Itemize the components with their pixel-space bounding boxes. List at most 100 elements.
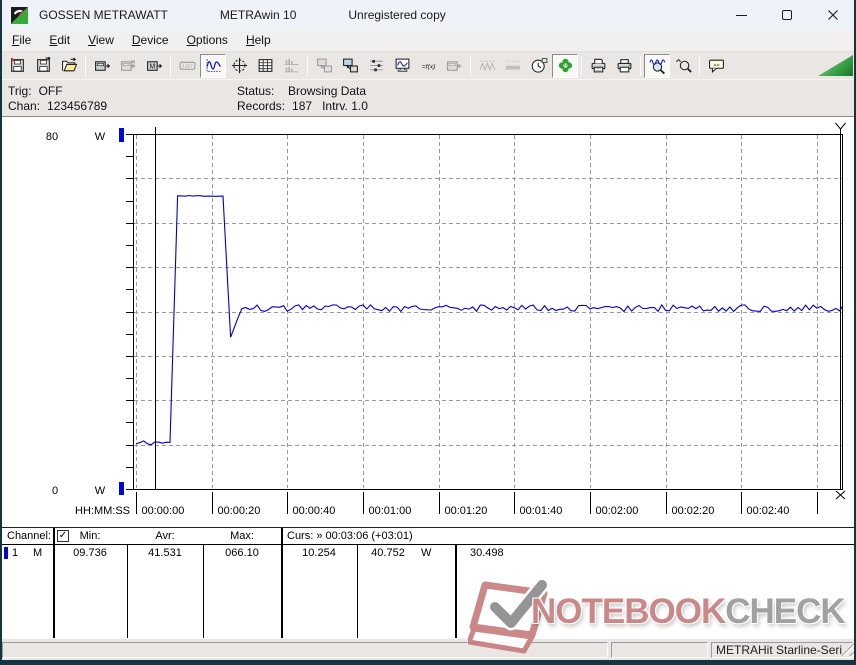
minimize-button[interactable] bbox=[718, 0, 764, 30]
toolbar-crosshair-button[interactable] bbox=[226, 54, 252, 78]
column-header-max: Max: bbox=[230, 530, 254, 542]
product-name: METRAwin 10 bbox=[219, 8, 297, 22]
channel-mode: M bbox=[33, 547, 43, 559]
metrawin-window: GOSSEN METRAWATT METRAwin 10 Unregistere… bbox=[0, 0, 856, 665]
toolbar-device-read-button[interactable] bbox=[89, 54, 115, 78]
comment-icon: »» bbox=[708, 59, 724, 74]
status-field: Status: Browsing Data bbox=[237, 84, 366, 98]
close-icon bbox=[828, 10, 838, 20]
channel-number: 1 bbox=[12, 547, 19, 559]
toolbar-channels-button[interactable] bbox=[363, 54, 389, 78]
avr-value: 41.531 bbox=[148, 547, 182, 559]
device-read-icon bbox=[94, 61, 110, 71]
menu-help[interactable]: Help bbox=[237, 30, 280, 51]
device-settings-icon bbox=[446, 61, 461, 71]
menu-bar: File Edit View Device Options Help bbox=[0, 30, 856, 52]
toolbar-comment-button[interactable]: »» bbox=[703, 54, 729, 78]
table-divider bbox=[455, 544, 457, 639]
cursor-2-top-marker bbox=[835, 122, 846, 134]
toolbar-separator bbox=[85, 55, 86, 76]
statusbar-panel-secondary bbox=[611, 642, 708, 658]
toolbar-chart-view-button[interactable] bbox=[200, 53, 226, 78]
toolbar-print-button[interactable] bbox=[611, 54, 637, 78]
toolbar-import-button[interactable] bbox=[337, 54, 363, 78]
toolbar-device-memory-button[interactable]: M bbox=[141, 54, 167, 78]
zoom-cursor-icon bbox=[675, 59, 692, 73]
statusbar-panel-main bbox=[2, 642, 608, 658]
trigger-status: Trig: OFF bbox=[8, 84, 63, 98]
device-memory-icon: M bbox=[146, 61, 162, 71]
toolbar-open-button[interactable] bbox=[56, 54, 82, 78]
toolbar-trigger-button[interactable] bbox=[552, 53, 578, 78]
delta-value: 30.498 bbox=[470, 547, 504, 559]
cursor1-value: 10.254 bbox=[302, 547, 336, 559]
menu-device[interactable]: Device bbox=[123, 30, 178, 51]
y-axis-top-marker bbox=[119, 128, 124, 142]
svg-text:M: M bbox=[149, 64, 155, 71]
y-min-label: 0 bbox=[52, 485, 58, 497]
toolbar-save-button[interactable] bbox=[4, 54, 30, 78]
zoom-wave-icon bbox=[648, 59, 665, 74]
x-axis-format-label: HH:MM:SS bbox=[75, 505, 130, 517]
license-note: Unregistered copy bbox=[348, 8, 446, 22]
toolbar-save-as-button[interactable] bbox=[30, 54, 56, 78]
save-as-icon bbox=[36, 57, 51, 72]
max-value: 066.10 bbox=[225, 547, 259, 559]
cursor-2-bottom-marker bbox=[835, 490, 846, 500]
toolbar-separator bbox=[170, 55, 171, 76]
wave-dense-icon bbox=[505, 60, 521, 70]
power-trace bbox=[135, 194, 843, 446]
window-controls bbox=[718, 0, 856, 30]
toolbar-device-settings-button bbox=[441, 54, 467, 78]
column-header-cursor: Curs: » 00:03:06 (+03:01) bbox=[287, 530, 413, 542]
menu-file[interactable]: File bbox=[3, 30, 40, 51]
open-icon bbox=[61, 57, 77, 72]
toolbar: M 1257 =f(x) »» bbox=[0, 52, 856, 79]
menu-view[interactable]: View bbox=[79, 30, 123, 51]
toolbar-export-button bbox=[311, 54, 337, 78]
status-label: Status: bbox=[237, 84, 275, 98]
x-tick-label: 00:02:00 bbox=[596, 505, 639, 517]
channel-value: 123456789 bbox=[47, 99, 108, 113]
minimize-icon bbox=[735, 14, 747, 16]
formula-icon: =f(x) bbox=[421, 63, 435, 70]
menu-edit[interactable]: Edit bbox=[40, 30, 79, 51]
y-unit-label-bottom: W bbox=[95, 485, 106, 497]
toolbar-bar-view-button bbox=[278, 54, 304, 78]
toolbar-clock-button[interactable] bbox=[526, 54, 552, 78]
status-bar: METRAHit Starline-Seri bbox=[0, 638, 856, 660]
menu-options[interactable]: Options bbox=[178, 30, 237, 51]
screen-icon bbox=[395, 58, 409, 72]
print-icon bbox=[617, 59, 631, 73]
interval-label: Intrv. bbox=[322, 99, 348, 113]
power-chart[interactable]: 00:00:00 00:00:20 00:00:40 00:01:00 00:01:20… bbox=[0, 117, 856, 528]
channels-icon bbox=[369, 59, 383, 72]
toolbar-formula-button[interactable]: =f(x) bbox=[415, 54, 441, 78]
print-preview-icon bbox=[591, 58, 605, 73]
bar-view-icon bbox=[284, 58, 298, 73]
toolbar-zoom-cursor-button[interactable] bbox=[670, 54, 696, 78]
toolbar-table-view-button[interactable] bbox=[252, 54, 278, 78]
column-header-min: Min: bbox=[79, 530, 101, 542]
toolbar-device-stop-button bbox=[115, 54, 141, 78]
maximize-button[interactable] bbox=[764, 0, 810, 30]
close-button[interactable] bbox=[810, 0, 856, 30]
cursor2-value: 40.752 bbox=[371, 547, 405, 559]
window-bottom-border bbox=[0, 660, 856, 665]
chart-panel: 00:00:00 00:00:20 00:00:40 00:01:00 00:01:20… bbox=[0, 116, 856, 527]
channel-list: Chan: 123456789 bbox=[8, 99, 107, 113]
toolbar-separator bbox=[470, 55, 471, 76]
toolbar-zoom-wave-button[interactable] bbox=[644, 53, 670, 78]
interval-value: 1.0 bbox=[351, 99, 368, 113]
trigger-label: Trig: bbox=[8, 84, 32, 98]
y-unit-label: W bbox=[95, 131, 106, 143]
svg-text:»»: »» bbox=[713, 63, 719, 69]
toolbar-screen-button[interactable] bbox=[389, 54, 415, 78]
display-icon: 1257 bbox=[179, 61, 195, 70]
table-view-icon bbox=[258, 59, 272, 72]
x-tick-label: 00:01:20 bbox=[445, 505, 488, 517]
toolbar-wave-low-button bbox=[474, 54, 500, 78]
toolbar-print-preview-button[interactable] bbox=[585, 54, 611, 78]
status-value: Browsing Data bbox=[288, 84, 367, 98]
records-value: 187 bbox=[292, 99, 313, 113]
